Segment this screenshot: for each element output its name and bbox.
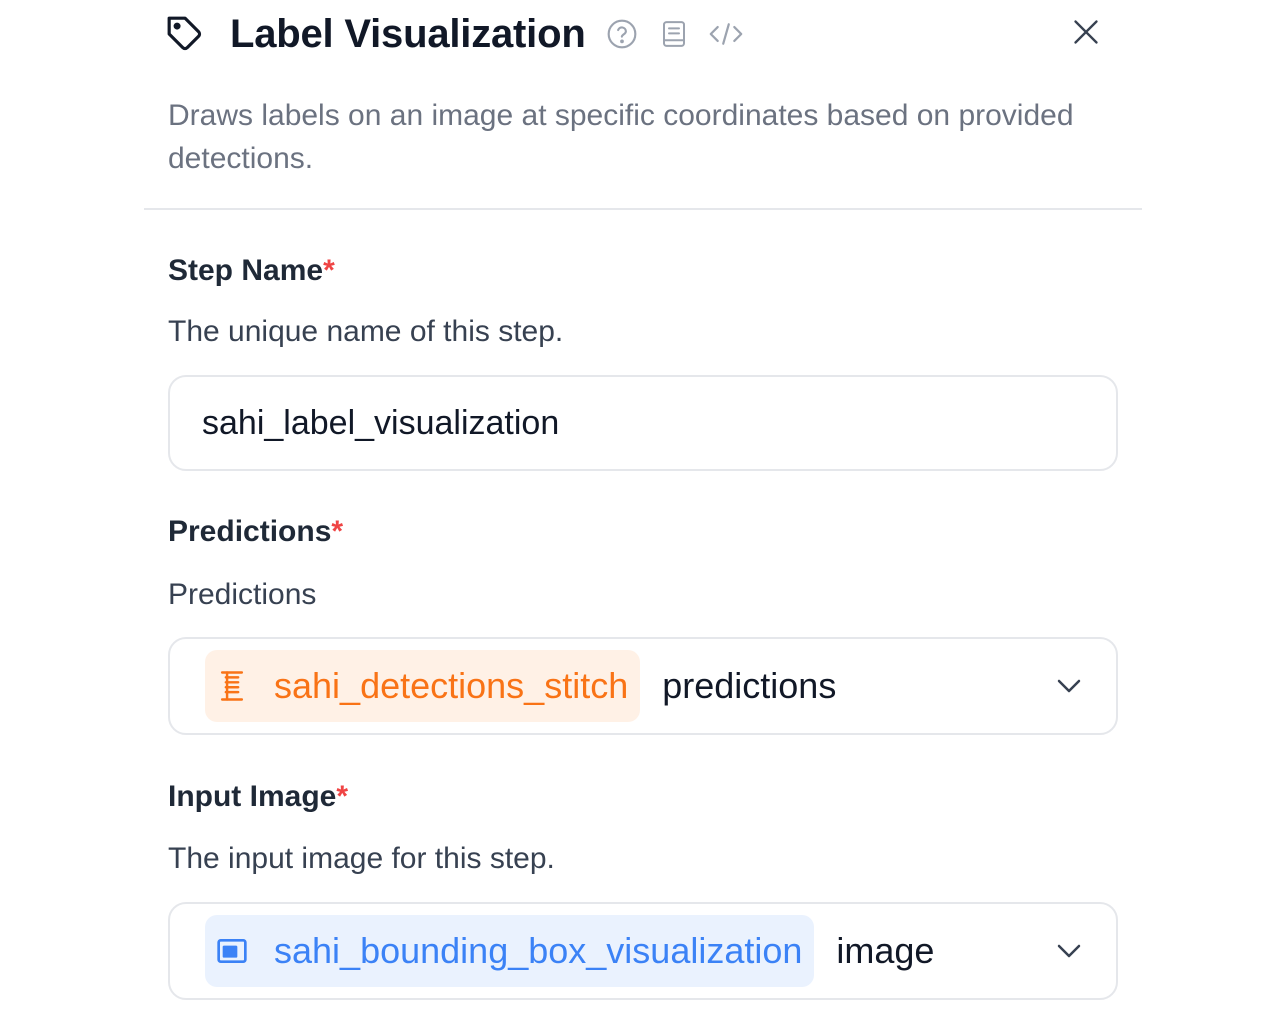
required-marker: * bbox=[331, 515, 344, 548]
input-image-select[interactable]: sahi_bounding_box_visualization image bbox=[168, 902, 1118, 1000]
step-name-label: Step Name* bbox=[168, 254, 335, 288]
predictions-label: Predictions* bbox=[168, 515, 343, 549]
block-description: Draws labels on an image at specific coo… bbox=[168, 99, 1074, 175]
source-step-chip: sahi_bounding_box_visualization bbox=[205, 915, 815, 987]
docs-icon[interactable] bbox=[656, 16, 692, 52]
selected-output: predictions bbox=[662, 665, 837, 706]
input-image-label-text: Input Image bbox=[168, 780, 337, 813]
selected-output: image bbox=[836, 930, 935, 971]
code-icon[interactable] bbox=[708, 16, 744, 52]
close-icon bbox=[1072, 18, 1100, 51]
step-name-help: The unique name of this step. bbox=[168, 315, 564, 348]
input-image-help: The input image for this step. bbox=[168, 842, 555, 875]
step-name-label-text: Step Name bbox=[168, 254, 324, 287]
input-image-label: Input Image* bbox=[168, 780, 348, 814]
help-circle-icon[interactable] bbox=[604, 16, 640, 52]
required-marker: * bbox=[336, 780, 349, 813]
panel-header: Label Visualization bbox=[165, 10, 744, 58]
close-button[interactable] bbox=[1066, 14, 1106, 54]
chevron-down-icon bbox=[1052, 934, 1086, 968]
predictions-select[interactable]: sahi_detections_stitch predictions bbox=[168, 637, 1118, 735]
step-name-input[interactable] bbox=[168, 375, 1118, 471]
predictions-label-text: Predictions bbox=[168, 515, 332, 548]
required-marker: * bbox=[323, 254, 335, 287]
image-icon bbox=[215, 934, 249, 968]
predictions-help: Predictions bbox=[168, 578, 317, 611]
stitch-icon bbox=[215, 669, 249, 703]
panel-title: Label Visualization bbox=[230, 11, 586, 56]
chevron-down-icon bbox=[1052, 669, 1086, 703]
source-step-name: sahi_bounding_box_visualization bbox=[274, 930, 803, 971]
header-divider bbox=[144, 208, 1142, 210]
tag-icon bbox=[165, 14, 205, 54]
source-step-name: sahi_detections_stitch bbox=[274, 665, 629, 706]
source-step-chip: sahi_detections_stitch bbox=[205, 650, 641, 722]
